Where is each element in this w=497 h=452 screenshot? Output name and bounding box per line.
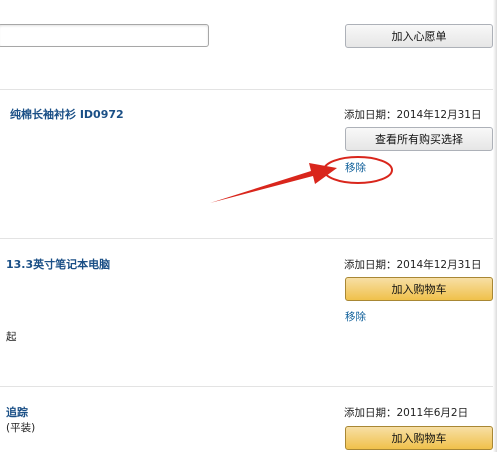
date-added-label: 添加日期：	[344, 259, 397, 271]
date-added-value: 2014年12月31日	[396, 259, 482, 271]
remove-link[interactable]: 移除	[345, 309, 366, 324]
item-title-link[interactable]: 追踪	[6, 404, 28, 420]
divider	[0, 238, 497, 239]
date-added-label: 添加日期：	[344, 407, 397, 419]
item-title-link[interactable]: 13.3英寸笔记本电脑	[6, 256, 110, 272]
add-to-cart-label: 加入购物车	[391, 283, 447, 296]
add-to-cart-button[interactable]: 加入购物车	[345, 426, 493, 450]
divider	[0, 386, 497, 387]
add-to-cart-label: 加入购物车	[391, 432, 447, 445]
price-note: 起	[6, 331, 17, 343]
date-added: 添加日期：2014年12月31日	[344, 257, 481, 272]
scroll-edge	[493, 0, 497, 452]
date-added: 添加日期：2011年6月2日	[344, 405, 468, 420]
add-to-cart-button[interactable]: 加入购物车	[345, 277, 493, 301]
annotation-overlay	[210, 156, 393, 203]
date-added-value: 2011年6月2日	[396, 407, 469, 419]
item-format: (平装)	[6, 422, 36, 434]
annotation-arrow	[210, 163, 337, 203]
